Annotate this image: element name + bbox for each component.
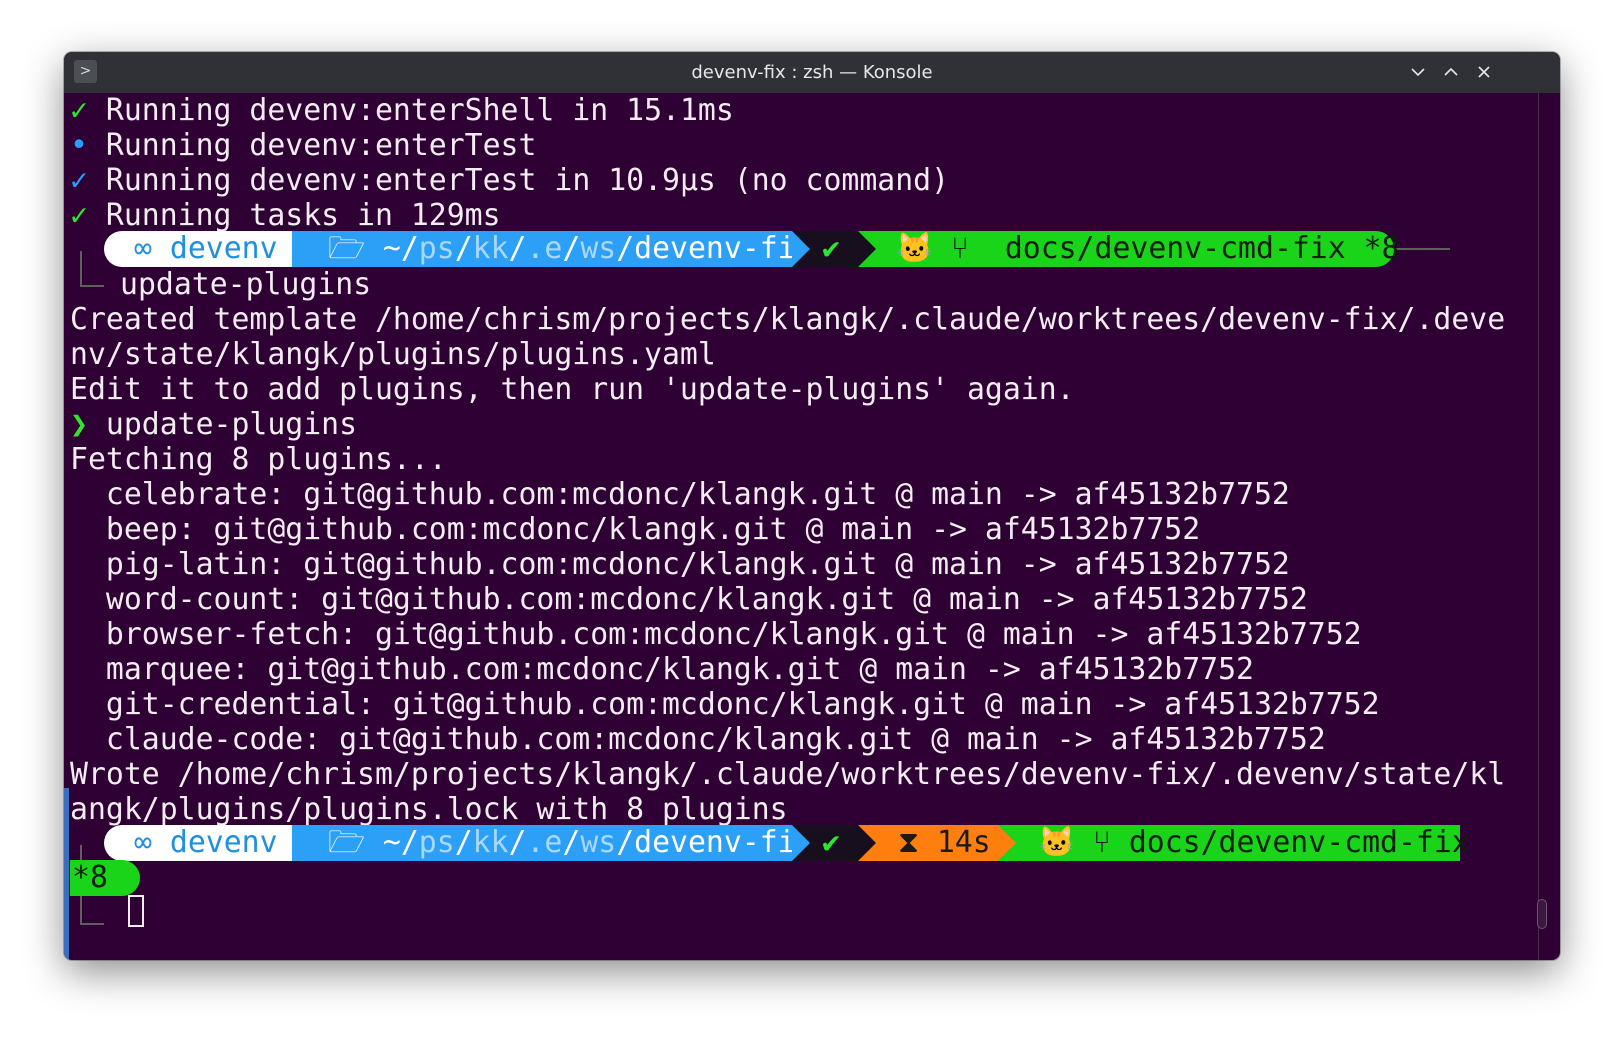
path-segment: 🗁 ~/ps/kk/.e/ws/devenv-fix	[292, 825, 814, 861]
output-line: word-count: git@github.com:mcdonc/klangk…	[70, 582, 1308, 617]
close-button[interactable]	[1470, 58, 1498, 86]
output-line: pig-latin: git@github.com:mcdonc/klangk.…	[70, 547, 1290, 582]
maximize-button[interactable]	[1437, 58, 1465, 86]
env-segment: ∞ devenv	[104, 825, 292, 861]
window-title: devenv-fix : zsh — Konsole	[691, 62, 933, 83]
output-line: celebrate: git@github.com:mcdonc/klangk.…	[70, 477, 1290, 512]
github-icon: 🐱 ⑂ docs/devenv-cmd-fix	[1038, 825, 1470, 860]
output-line: Edit it to add plugins, then run 'update…	[70, 372, 1075, 407]
env-segment: ∞ devenv	[104, 231, 292, 267]
scroll-thumb[interactable]	[1537, 899, 1547, 929]
title-bar[interactable]: > devenv-fix : zsh — Konsole	[64, 52, 1560, 93]
check-icon: ✓	[70, 198, 88, 233]
output-line: angk/plugins/plugins.lock with 8 plugins	[70, 792, 788, 827]
task-line: ✓ Running devenv:enterShell in 15.1ms	[70, 93, 734, 128]
path-segment: 🗁 ~/ps/kk/.e/ws/devenv-fix	[292, 231, 814, 267]
command-line: update-plugins	[120, 267, 372, 302]
minimize-button[interactable]	[1404, 58, 1432, 86]
text-cursor[interactable]	[128, 895, 144, 927]
output-line: nv/state/klangk/plugins/plugins.yaml	[70, 337, 716, 372]
output-line: Wrote /home/chrism/projects/klangk/.clau…	[70, 757, 1506, 792]
git-segment: 🐱 ⑂ docs/devenv-cmd-fix	[998, 825, 1470, 861]
check-icon: ✔	[822, 825, 840, 860]
output-line: beep: git@github.com:mcdonc/klangk.git @…	[70, 512, 1201, 547]
output-line: claude-code: git@github.com:mcdonc/klang…	[70, 722, 1326, 757]
output-line: git-credential: git@github.com:mcdonc/kl…	[70, 687, 1380, 722]
terminal-area[interactable]: ✓ Running devenv:enterShell in 15.1ms • …	[70, 93, 1505, 960]
timer-segment: ⧗ 14s	[858, 825, 998, 861]
check-icon: ✓	[70, 163, 88, 198]
output-line: browser-fetch: git@github.com:mcdonc/kla…	[70, 617, 1362, 652]
command-line: ❯ update-plugins	[70, 407, 358, 442]
check-icon: ✔	[822, 231, 840, 266]
scrollbar[interactable]	[1532, 93, 1552, 960]
output-line: Created template /home/chrism/projects/k…	[70, 302, 1506, 337]
bullet-icon: •	[70, 128, 88, 163]
chevron-down-icon	[1411, 68, 1425, 77]
output-line: Fetching 8 plugins...	[70, 442, 447, 477]
scroll-track[interactable]	[1538, 93, 1539, 960]
prompt-chevron-icon: ❯	[70, 407, 88, 442]
folder-icon: 🗁	[328, 825, 365, 860]
selection-accent	[64, 788, 69, 960]
chevron-up-icon	[1444, 67, 1458, 76]
task-line: ✓ Running tasks in 129ms	[70, 198, 501, 233]
task-line: • Running devenv:enterTest	[70, 128, 537, 163]
hourglass-icon: ⧗ 14s	[898, 825, 991, 860]
konsole-window: > devenv-fix : zsh — Konsole ✓ Running d…	[64, 52, 1560, 960]
git-segment: 🐱 ⑂ docs/devenv-cmd-fix *8	[858, 231, 1399, 267]
folder-icon: 🗁	[328, 231, 365, 266]
task-line: ✓ Running devenv:enterTest in 10.9µs (no…	[70, 163, 950, 198]
git-segment-wrap: *8	[70, 860, 140, 896]
github-icon: 🐱 ⑂	[896, 231, 969, 266]
check-icon: ✓	[70, 93, 88, 128]
close-icon	[1478, 66, 1490, 78]
output-line: marquee: git@github.com:mcdonc/klangk.gi…	[70, 652, 1254, 687]
